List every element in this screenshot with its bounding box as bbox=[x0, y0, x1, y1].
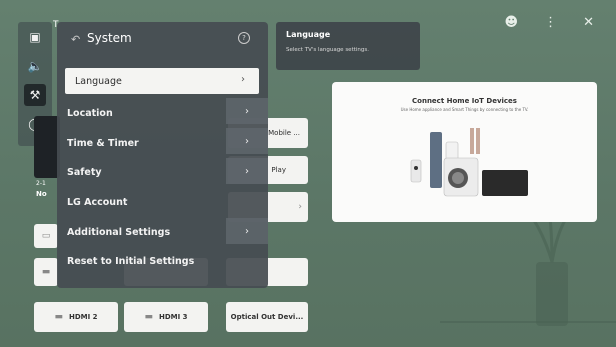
mobile-tile-label: Mobile ... bbox=[268, 129, 300, 137]
tooltip-title: Language bbox=[286, 30, 331, 39]
tv-home-screen: ☻ ⋮ ✕ ▣ 🔈 ⚒ ◯ 2-1 No Mobile ... Play › ▭… bbox=[0, 0, 616, 347]
menu-item-reset[interactable]: Reset to Initial Settings bbox=[57, 248, 252, 274]
optical-label: Optical Out Devi... bbox=[230, 313, 304, 321]
monitor-icon: ▭ bbox=[41, 231, 51, 241]
input-icon[interactable]: ▣ bbox=[24, 26, 46, 48]
header-letter: T bbox=[53, 20, 59, 30]
menu-item-label: Safety bbox=[67, 166, 102, 178]
back-icon[interactable]: ↶ bbox=[71, 33, 80, 46]
device-tile-2[interactable]: ▬ bbox=[34, 258, 58, 286]
panel-title: System bbox=[87, 31, 132, 45]
more-options-icon[interactable]: ⋮ bbox=[544, 16, 557, 29]
connect-iot-card[interactable]: Connect Home IoT Devices Use Home applia… bbox=[332, 82, 597, 222]
wrench-icon[interactable]: ⚒ bbox=[24, 84, 46, 106]
menu-item-label: Reset to Initial Settings bbox=[67, 255, 195, 267]
menu-item-location[interactable]: Location bbox=[57, 100, 252, 126]
iot-devices-illustration bbox=[410, 128, 528, 197]
top-right-controls: ☻ ⋮ ✕ bbox=[505, 16, 594, 29]
person-icon[interactable]: ☻ bbox=[505, 16, 519, 29]
optical-tile[interactable]: Optical Out Devi... bbox=[226, 302, 308, 332]
hdmi2-label: HDMI 2 bbox=[68, 313, 98, 321]
hdmi3-tile[interactable]: ▬ HDMI 3 bbox=[124, 302, 208, 332]
hdmi-icon: ▬ bbox=[41, 267, 51, 277]
language-tooltip: Language Select TV's language settings. bbox=[276, 22, 420, 70]
menu-item-additional-settings[interactable]: Additional Settings bbox=[57, 219, 252, 245]
hdmi-icon: ▬ bbox=[54, 312, 63, 322]
menu-item-label: Time & Timer bbox=[67, 137, 139, 149]
menu-item-time-timer[interactable]: Time & Timer bbox=[57, 130, 252, 156]
menu-item-safety[interactable]: Safety bbox=[57, 159, 252, 185]
chevron-right-icon: › bbox=[241, 74, 245, 85]
channel-number: 2-1 bbox=[36, 180, 46, 187]
sound-icon[interactable]: 🔈 bbox=[24, 55, 46, 77]
device-tile-1[interactable]: ▭ bbox=[34, 224, 58, 248]
help-icon[interactable]: ? bbox=[238, 32, 250, 44]
menu-item-label: Additional Settings bbox=[67, 226, 171, 238]
menu-item-label: LG Account bbox=[67, 196, 128, 208]
chevron-right-icon: › bbox=[298, 202, 302, 212]
hdmi-icon: ▬ bbox=[144, 312, 153, 322]
close-icon[interactable]: ✕ bbox=[583, 16, 594, 29]
panel-header: ↶ System ? bbox=[57, 22, 268, 56]
hdmi2-tile[interactable]: ▬ HDMI 2 bbox=[34, 302, 118, 332]
menu-item-label: Language bbox=[75, 75, 122, 87]
tooltip-description: Select TV's language settings. bbox=[286, 47, 369, 53]
channel-name: No bbox=[36, 190, 47, 198]
hdmi3-label: HDMI 3 bbox=[158, 313, 188, 321]
play-tile-label: Play bbox=[271, 166, 286, 174]
menu-item-lg-account[interactable]: LG Account bbox=[57, 189, 252, 215]
menu-item-label: Location bbox=[67, 107, 113, 119]
menu-item-language[interactable]: Language › bbox=[65, 68, 259, 94]
